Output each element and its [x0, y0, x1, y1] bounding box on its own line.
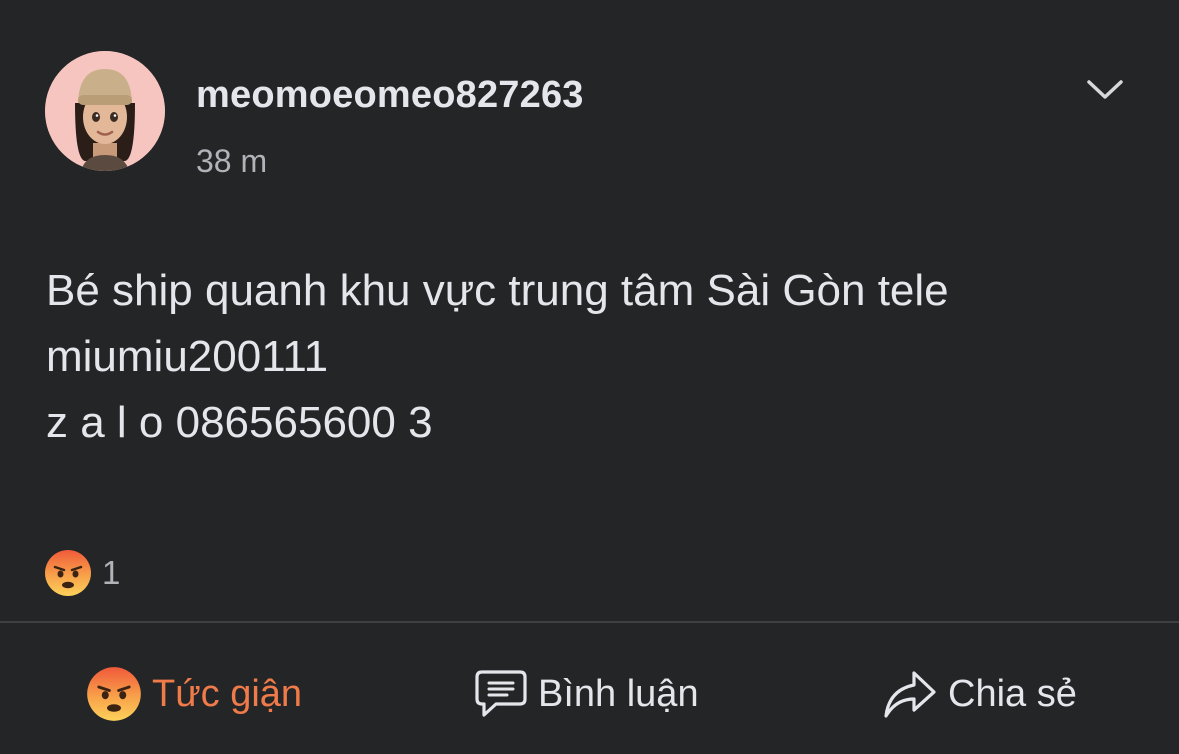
post-body: Bé ship quanh khu vực trung tâm Sài Gòn …	[46, 258, 1136, 456]
avatar[interactable]	[45, 51, 165, 171]
share-arrow-icon	[884, 671, 936, 718]
post-text-line: z a l o 086565600 3	[46, 398, 433, 447]
reaction-count: 1	[102, 554, 121, 591]
angry-emoji-icon	[45, 550, 91, 596]
comment-label: Bình luận	[538, 672, 699, 715]
post-options-button[interactable]	[1082, 70, 1128, 110]
comment-button[interactable]: Bình luận	[474, 664, 699, 724]
post-text-line: miumiu200111	[46, 332, 329, 381]
reaction-summary[interactable]: 1	[44, 549, 120, 597]
author-name[interactable]: meomoeomeo827263	[196, 74, 584, 117]
share-label: Chia sẻ	[948, 672, 1077, 715]
post-timestamp[interactable]: 38 m	[196, 143, 267, 180]
memoji-avatar-icon	[45, 51, 165, 171]
chevron-down-icon	[1087, 80, 1123, 99]
comment-icon	[475, 670, 527, 717]
react-button[interactable]: Tức giận	[86, 664, 302, 724]
angry-emoji-icon	[87, 667, 141, 721]
share-button[interactable]: Chia sẻ	[882, 664, 1077, 724]
react-label: Tức giận	[152, 672, 303, 715]
divider	[0, 621, 1179, 623]
post-text-line: Bé ship quanh khu vực trung tâm Sài Gòn …	[46, 266, 949, 315]
